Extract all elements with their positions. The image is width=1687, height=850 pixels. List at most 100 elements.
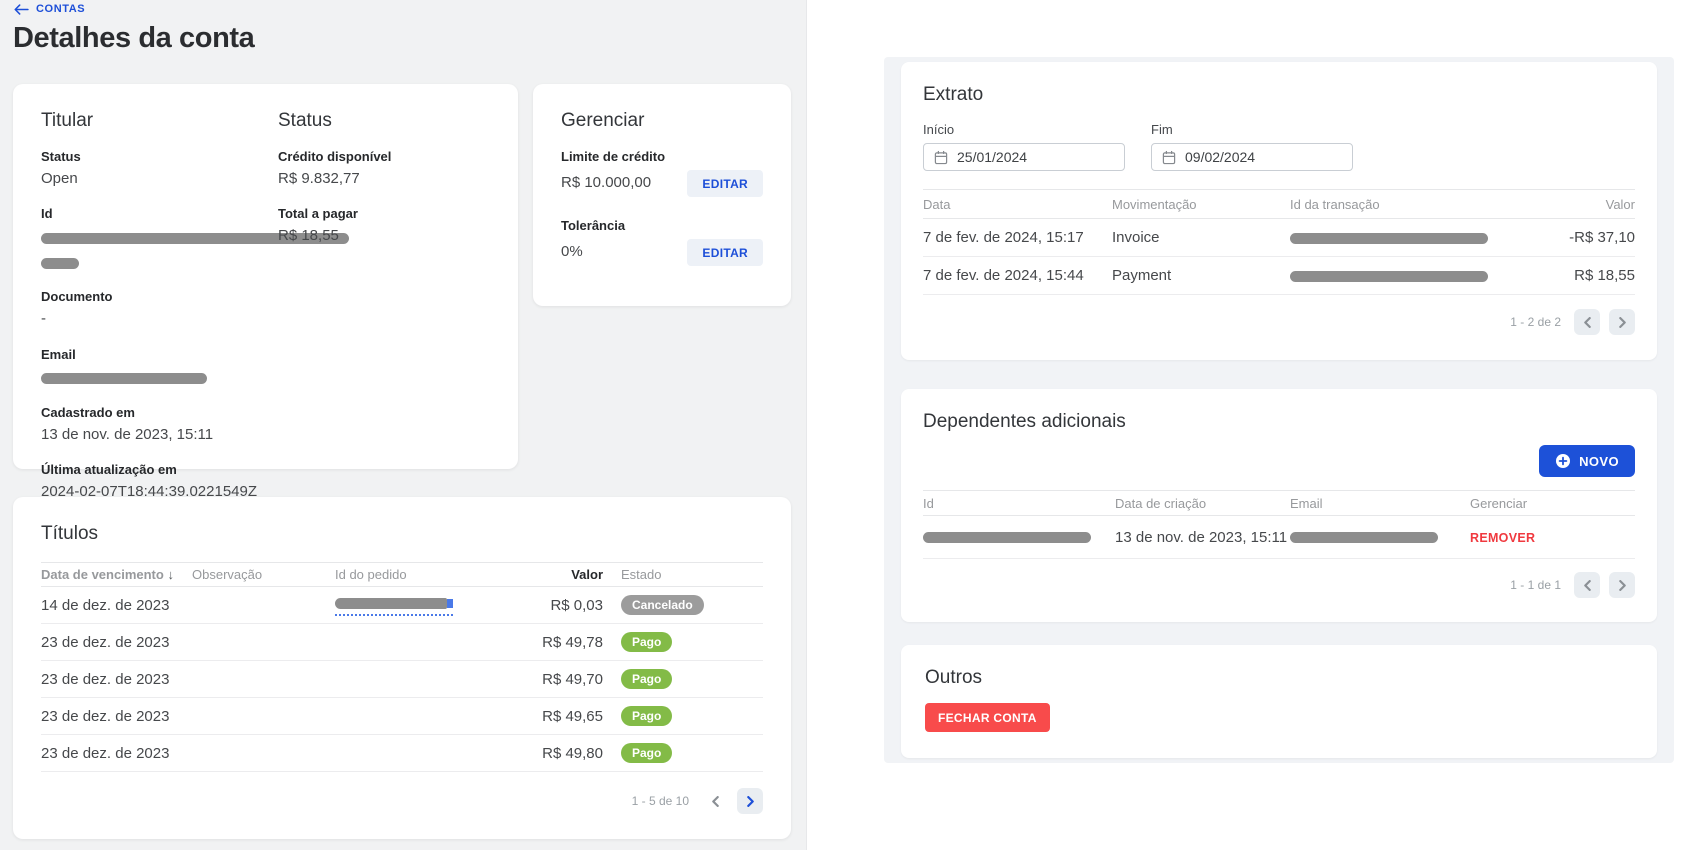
back-arrow-icon (14, 4, 29, 15)
next-page-button[interactable] (1609, 309, 1635, 335)
redacted-dependent-email (1290, 532, 1438, 543)
right-detail-panel: Extrato Início 25/01/2024 Fim 09/02/2024 (884, 57, 1674, 763)
valor: R$ 49,78 (507, 634, 603, 651)
breadcrumb-label[interactable]: CONTAS (36, 3, 85, 15)
credito-value: R$ 9.832,77 (278, 169, 490, 189)
transaction-date: 7 de fev. de 2024, 15:17 (923, 229, 1112, 246)
next-page-button[interactable] (1609, 572, 1635, 598)
credito-label: Crédito disponível (278, 149, 490, 164)
column-header-data: Data (923, 197, 1112, 212)
start-date-input[interactable]: 25/01/2024 (923, 143, 1125, 171)
fechar-conta-button[interactable]: FECHAR CONTA (925, 703, 1050, 732)
documento-label: Documento (41, 289, 278, 304)
status-badge: Pago (621, 669, 672, 689)
valor: R$ 0,03 (507, 597, 603, 614)
documento-value: - (41, 309, 278, 329)
redacted-order-id-link[interactable] (335, 595, 453, 616)
due-date: 23 de dez. de 2023 (41, 708, 192, 725)
column-header-id-pedido: Id do pedido (335, 567, 507, 582)
previous-page-button[interactable] (1574, 309, 1600, 335)
breadcrumb-back-link[interactable]: CONTAS (14, 3, 85, 15)
column-header-data-criacao: Data de criação (1115, 496, 1290, 511)
chevron-right-icon (745, 796, 756, 807)
editar-tolerancia-button[interactable]: EDITAR (687, 239, 763, 266)
redacted-transaction-id (1290, 233, 1488, 244)
column-header-id: Id (923, 496, 1115, 511)
start-date-value: 25/01/2024 (957, 149, 1027, 165)
outros-heading: Outros (925, 667, 1633, 689)
status-badge: Pago (621, 706, 672, 726)
cadastrado-value: 13 de nov. de 2023, 15:11 (41, 425, 278, 445)
page-divider (806, 0, 807, 850)
redacted-email (41, 373, 207, 384)
movement-type: Payment (1112, 267, 1290, 284)
pagination-range: 1 - 5 de 10 (632, 794, 689, 808)
cadastrado-label: Cadastrado em (41, 405, 278, 420)
table-row: 23 de dez. de 2023 R$ 49,70 Pago (41, 661, 763, 698)
status-section-heading: Status (278, 110, 490, 132)
table-row: 23 de dez. de 2023 R$ 49,80 Pago (41, 735, 763, 772)
movement-type: Invoice (1112, 229, 1290, 246)
due-date: 23 de dez. de 2023 (41, 671, 192, 688)
novo-button[interactable]: NOVO (1539, 445, 1635, 477)
previous-page-button[interactable] (1574, 572, 1600, 598)
titulos-table-header: Data de vencimento ↓ Observação Id do pe… (41, 562, 763, 587)
limite-credito-label: Limite de crédito (561, 149, 763, 164)
table-row: 23 de dez. de 2023 R$ 49,78 Pago (41, 624, 763, 661)
chevron-left-icon (1582, 317, 1593, 328)
outros-card: Outros FECHAR CONTA (901, 645, 1657, 758)
valor: R$ 49,65 (507, 708, 603, 725)
due-date: 14 de dez. de 2023 (41, 597, 192, 614)
status-value: Open (41, 169, 278, 189)
next-page-button[interactable] (737, 788, 763, 814)
chevron-right-icon (1617, 580, 1628, 591)
column-header-data-vencimento[interactable]: Data de vencimento ↓ (41, 567, 192, 582)
chevron-left-icon (710, 796, 721, 807)
calendar-icon (1162, 150, 1176, 165)
dependentes-pagination: 1 - 1 de 1 (923, 572, 1635, 598)
extrato-table-header: Data Movimentação Id da transação Valor (923, 189, 1635, 219)
gerenciar-heading: Gerenciar (561, 110, 763, 132)
status-label: Status (41, 149, 278, 164)
titular-heading: Titular (41, 110, 278, 132)
valor: R$ 49,80 (507, 745, 603, 762)
status-badge: Cancelado (621, 595, 704, 615)
due-date: 23 de dez. de 2023 (41, 745, 192, 762)
end-date-input[interactable]: 09/02/2024 (1151, 143, 1353, 171)
valor: R$ 18,55 (1525, 267, 1635, 284)
column-header-valor: Valor (1525, 197, 1635, 212)
email-label: Email (41, 347, 278, 362)
dependentes-card: Dependentes adicionais NOVO Id Data de c… (901, 389, 1657, 622)
plus-circle-icon (1555, 453, 1571, 469)
dependentes-heading: Dependentes adicionais (923, 411, 1635, 433)
extrato-pagination: 1 - 2 de 2 (923, 309, 1635, 335)
previous-page-button[interactable] (702, 788, 728, 814)
atualizacao-label: Última atualização em (41, 462, 278, 477)
table-row: 7 de fev. de 2024, 15:17 Invoice -R$ 37,… (923, 219, 1635, 257)
valor: R$ 49,70 (507, 671, 603, 688)
status-badge: Pago (621, 743, 672, 763)
fim-label: Fim (1151, 122, 1353, 137)
calendar-icon (934, 150, 948, 165)
column-header-valor: Valor (507, 567, 603, 582)
valor: -R$ 37,10 (1525, 229, 1635, 246)
novo-button-label: NOVO (1579, 454, 1619, 469)
titular-status-card: Titular Status Open Id Documento - Email… (13, 84, 518, 469)
table-row: 13 de nov. de 2023, 15:11 REMOVER (923, 516, 1635, 559)
titulos-card: Títulos Data de vencimento ↓ Observação … (13, 497, 791, 839)
table-row: 14 de dez. de 2023 R$ 0,03 Cancelado (41, 587, 763, 624)
remover-button[interactable]: REMOVER (1470, 531, 1535, 545)
sort-descending-icon: ↓ (167, 567, 174, 582)
gerenciar-card: Gerenciar Limite de crédito R$ 10.000,00… (533, 84, 791, 306)
chevron-right-icon (1617, 317, 1628, 328)
editar-limite-button[interactable]: EDITAR (687, 170, 763, 197)
column-header-movimentacao: Movimentação (1112, 197, 1290, 212)
chevron-left-icon (1582, 580, 1593, 591)
tolerancia-label: Tolerância (561, 218, 763, 233)
page-title: Detalhes da conta (13, 22, 254, 55)
column-header-id-transacao: Id da transação (1290, 197, 1525, 212)
tolerancia-value: 0% (561, 242, 583, 262)
column-header-email: Email (1290, 496, 1470, 511)
total-pagar-value: R$ 18,55 (278, 226, 490, 246)
redacted-transaction-id (1290, 271, 1488, 282)
